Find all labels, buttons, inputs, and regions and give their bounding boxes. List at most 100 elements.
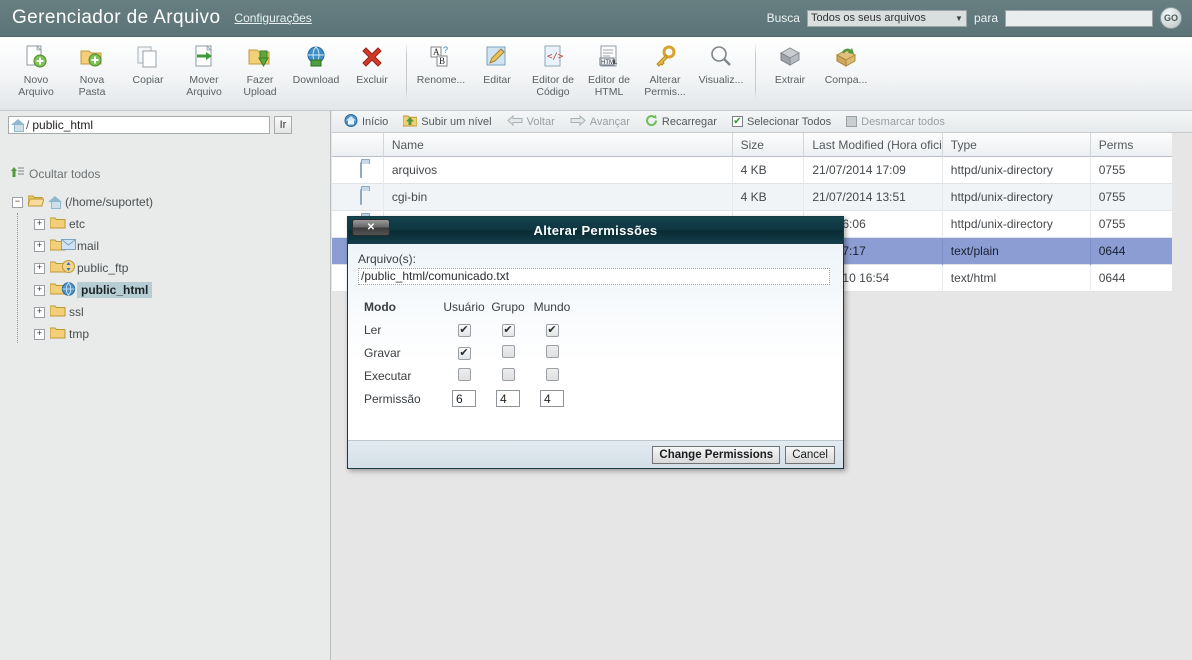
home-icon	[344, 113, 358, 130]
cancel-button[interactable]: Cancel	[785, 445, 835, 464]
tree-expander-tmp[interactable]: +	[34, 328, 45, 340]
toolbar-download[interactable]: Download	[288, 37, 344, 103]
checkbox-execute-group[interactable]	[501, 367, 515, 381]
row-label: Gravar	[364, 345, 401, 360]
search-input[interactable]	[1005, 9, 1153, 27]
dialog-body: Arquivo(s): /public_html/comunicado.txt …	[348, 244, 843, 440]
tree-expander-public-ftp[interactable]: +	[34, 262, 45, 274]
column-header-modified[interactable]: Last Modified (Hora oficia	[804, 132, 943, 157]
toolbar-extract[interactable]: Extrair	[762, 37, 818, 103]
tree-node-tmp[interactable]: + tmp	[34, 323, 324, 345]
toolbar-delete[interactable]: Excluir	[344, 37, 400, 103]
row-size: 4 KB	[733, 156, 805, 184]
nav-label: Desmarcar todos	[861, 115, 945, 128]
permissions-grid: Modo Usuário Grupo Mundo Ler ✔ ✔ ✔ Grava…	[364, 295, 833, 410]
reload-icon	[645, 114, 658, 130]
column-header-type[interactable]: Type	[943, 132, 1091, 157]
hide-all-button[interactable]: Ocultar todos	[10, 166, 100, 181]
search-label: Busca	[766, 11, 800, 25]
tree-node-label: public_ftp	[77, 261, 129, 275]
row-modified: 21/07/2014 17:09	[804, 156, 943, 184]
home-icon	[11, 119, 25, 132]
path-input-wrapper[interactable]: /	[8, 116, 270, 134]
toolbar-label: Nova Pasta	[78, 74, 106, 98]
checkbox-write-user[interactable]: ✔	[457, 347, 471, 360]
tree-node-root[interactable]: − (/home/suportet)	[12, 191, 324, 213]
toolbar-rename[interactable]: A B? Renome...	[413, 37, 469, 103]
table-row[interactable]: cgi-bin 4 KB 21/07/2014 13:51 httpd/unix…	[332, 183, 1172, 211]
checkbox-write-world[interactable]	[545, 344, 559, 358]
path-go-button[interactable]: Ir	[274, 116, 292, 134]
toolbar-copy[interactable]: Copiar	[120, 37, 176, 103]
toolbar-separator	[406, 43, 407, 100]
settings-link[interactable]: Configurações	[234, 11, 311, 25]
toolbar-label: Editar	[483, 74, 511, 86]
tree-expander-mail[interactable]: +	[34, 240, 45, 252]
tree-node-label: ssl	[69, 305, 84, 319]
checkbox-read-world[interactable]: ✔	[545, 324, 559, 337]
toolbar-view[interactable]: Visualiz...	[693, 37, 749, 103]
checkbox-read-user[interactable]: ✔	[457, 324, 471, 337]
permission-world-input[interactable]	[540, 390, 564, 407]
extract-icon	[777, 42, 803, 72]
toolbar-code-editor[interactable]: </> Editor de Código	[525, 37, 581, 103]
toolbar-label: Visualiz...	[698, 74, 744, 86]
file-path-field[interactable]: /public_html/comunicado.txt	[358, 268, 830, 285]
column-header-perms[interactable]: Perms	[1091, 133, 1172, 157]
table-row[interactable]: arquivos 4 KB 21/07/2014 17:09 httpd/uni…	[332, 156, 1172, 184]
edit-icon	[484, 42, 510, 72]
view-icon	[708, 42, 734, 72]
column-header-name[interactable]: Name	[384, 132, 733, 157]
toolbar-html-editor[interactable]: HTML Editor de HTML	[581, 37, 637, 103]
main-toolbar: Novo Arquivo Nova Pasta Copiar Mover Arq…	[0, 37, 1192, 111]
nav-reload[interactable]: Recarregar	[639, 114, 723, 130]
row-perms: 0755	[1098, 189, 1126, 204]
column-header-size[interactable]: Size	[733, 132, 805, 157]
toolbar-change-permissions[interactable]: Alterar Permis...	[637, 37, 693, 103]
nav-forward[interactable]: Avançar	[564, 114, 636, 129]
row-modified: 21/07/2014 13:51	[804, 183, 943, 211]
tree-node-public-html[interactable]: + public_html	[34, 279, 324, 301]
toolbar-edit[interactable]: Editar	[469, 37, 525, 103]
svg-text:B: B	[439, 56, 445, 66]
tree-expander-public-html[interactable]: +	[34, 284, 45, 296]
nav-up-level[interactable]: Subir um nível	[397, 114, 497, 130]
checkbox-execute-user[interactable]	[457, 367, 471, 381]
checkbox-write-group[interactable]	[501, 344, 515, 358]
tree-node-label: mail	[77, 239, 100, 253]
tree-node-public-ftp[interactable]: + public_ftp	[34, 257, 324, 279]
folder-icon	[49, 304, 66, 320]
toolbar-compress[interactable]: Compa...	[818, 37, 874, 103]
search-scope-select[interactable]: Todos os seus arquivos ▼	[806, 9, 967, 27]
table-header: Name Size Last Modified (Hora oficia Typ…	[332, 132, 1172, 157]
tree-expander-ssl[interactable]: +	[34, 306, 45, 318]
column-header-icon[interactable]	[332, 132, 384, 157]
toolbar-label: Mover Arquivo	[186, 74, 222, 98]
copy-icon	[135, 42, 161, 72]
nav-select-all[interactable]: ✔ Selecionar Todos	[726, 116, 837, 128]
toolbar-upload[interactable]: Fazer Upload	[232, 37, 288, 103]
code-editor-icon: </>	[540, 42, 566, 72]
tree-node-ssl[interactable]: + ssl	[34, 301, 324, 323]
dialog-title: Alterar Permissões	[533, 223, 658, 238]
close-icon[interactable]: ✕	[352, 219, 390, 236]
change-permissions-button[interactable]: Change Permissions	[652, 445, 781, 464]
nav-home[interactable]: Início	[338, 113, 394, 130]
tree-expander-root[interactable]: −	[12, 196, 23, 208]
path-input[interactable]	[30, 117, 249, 133]
search-go-button[interactable]: GO	[1160, 7, 1182, 29]
toolbar-new-file[interactable]: Novo Arquivo	[8, 37, 64, 103]
nav-deselect-all[interactable]: Desmarcar todos	[840, 116, 951, 128]
permission-user-input[interactable]	[452, 390, 476, 407]
grid-row-write: Gravar ✔	[364, 341, 574, 364]
toolbar-label: Download	[292, 74, 340, 86]
toolbar-move-file[interactable]: Mover Arquivo	[176, 37, 232, 103]
tree-node-mail[interactable]: + mail	[34, 235, 324, 257]
tree-expander-etc[interactable]: +	[34, 218, 45, 230]
nav-back[interactable]: Voltar	[501, 114, 561, 129]
checkbox-read-group[interactable]: ✔	[501, 324, 515, 337]
toolbar-new-folder[interactable]: Nova Pasta	[64, 37, 120, 103]
checkbox-execute-world[interactable]	[545, 367, 559, 381]
permission-group-input[interactable]	[496, 390, 520, 407]
tree-node-etc[interactable]: + etc	[34, 213, 324, 235]
